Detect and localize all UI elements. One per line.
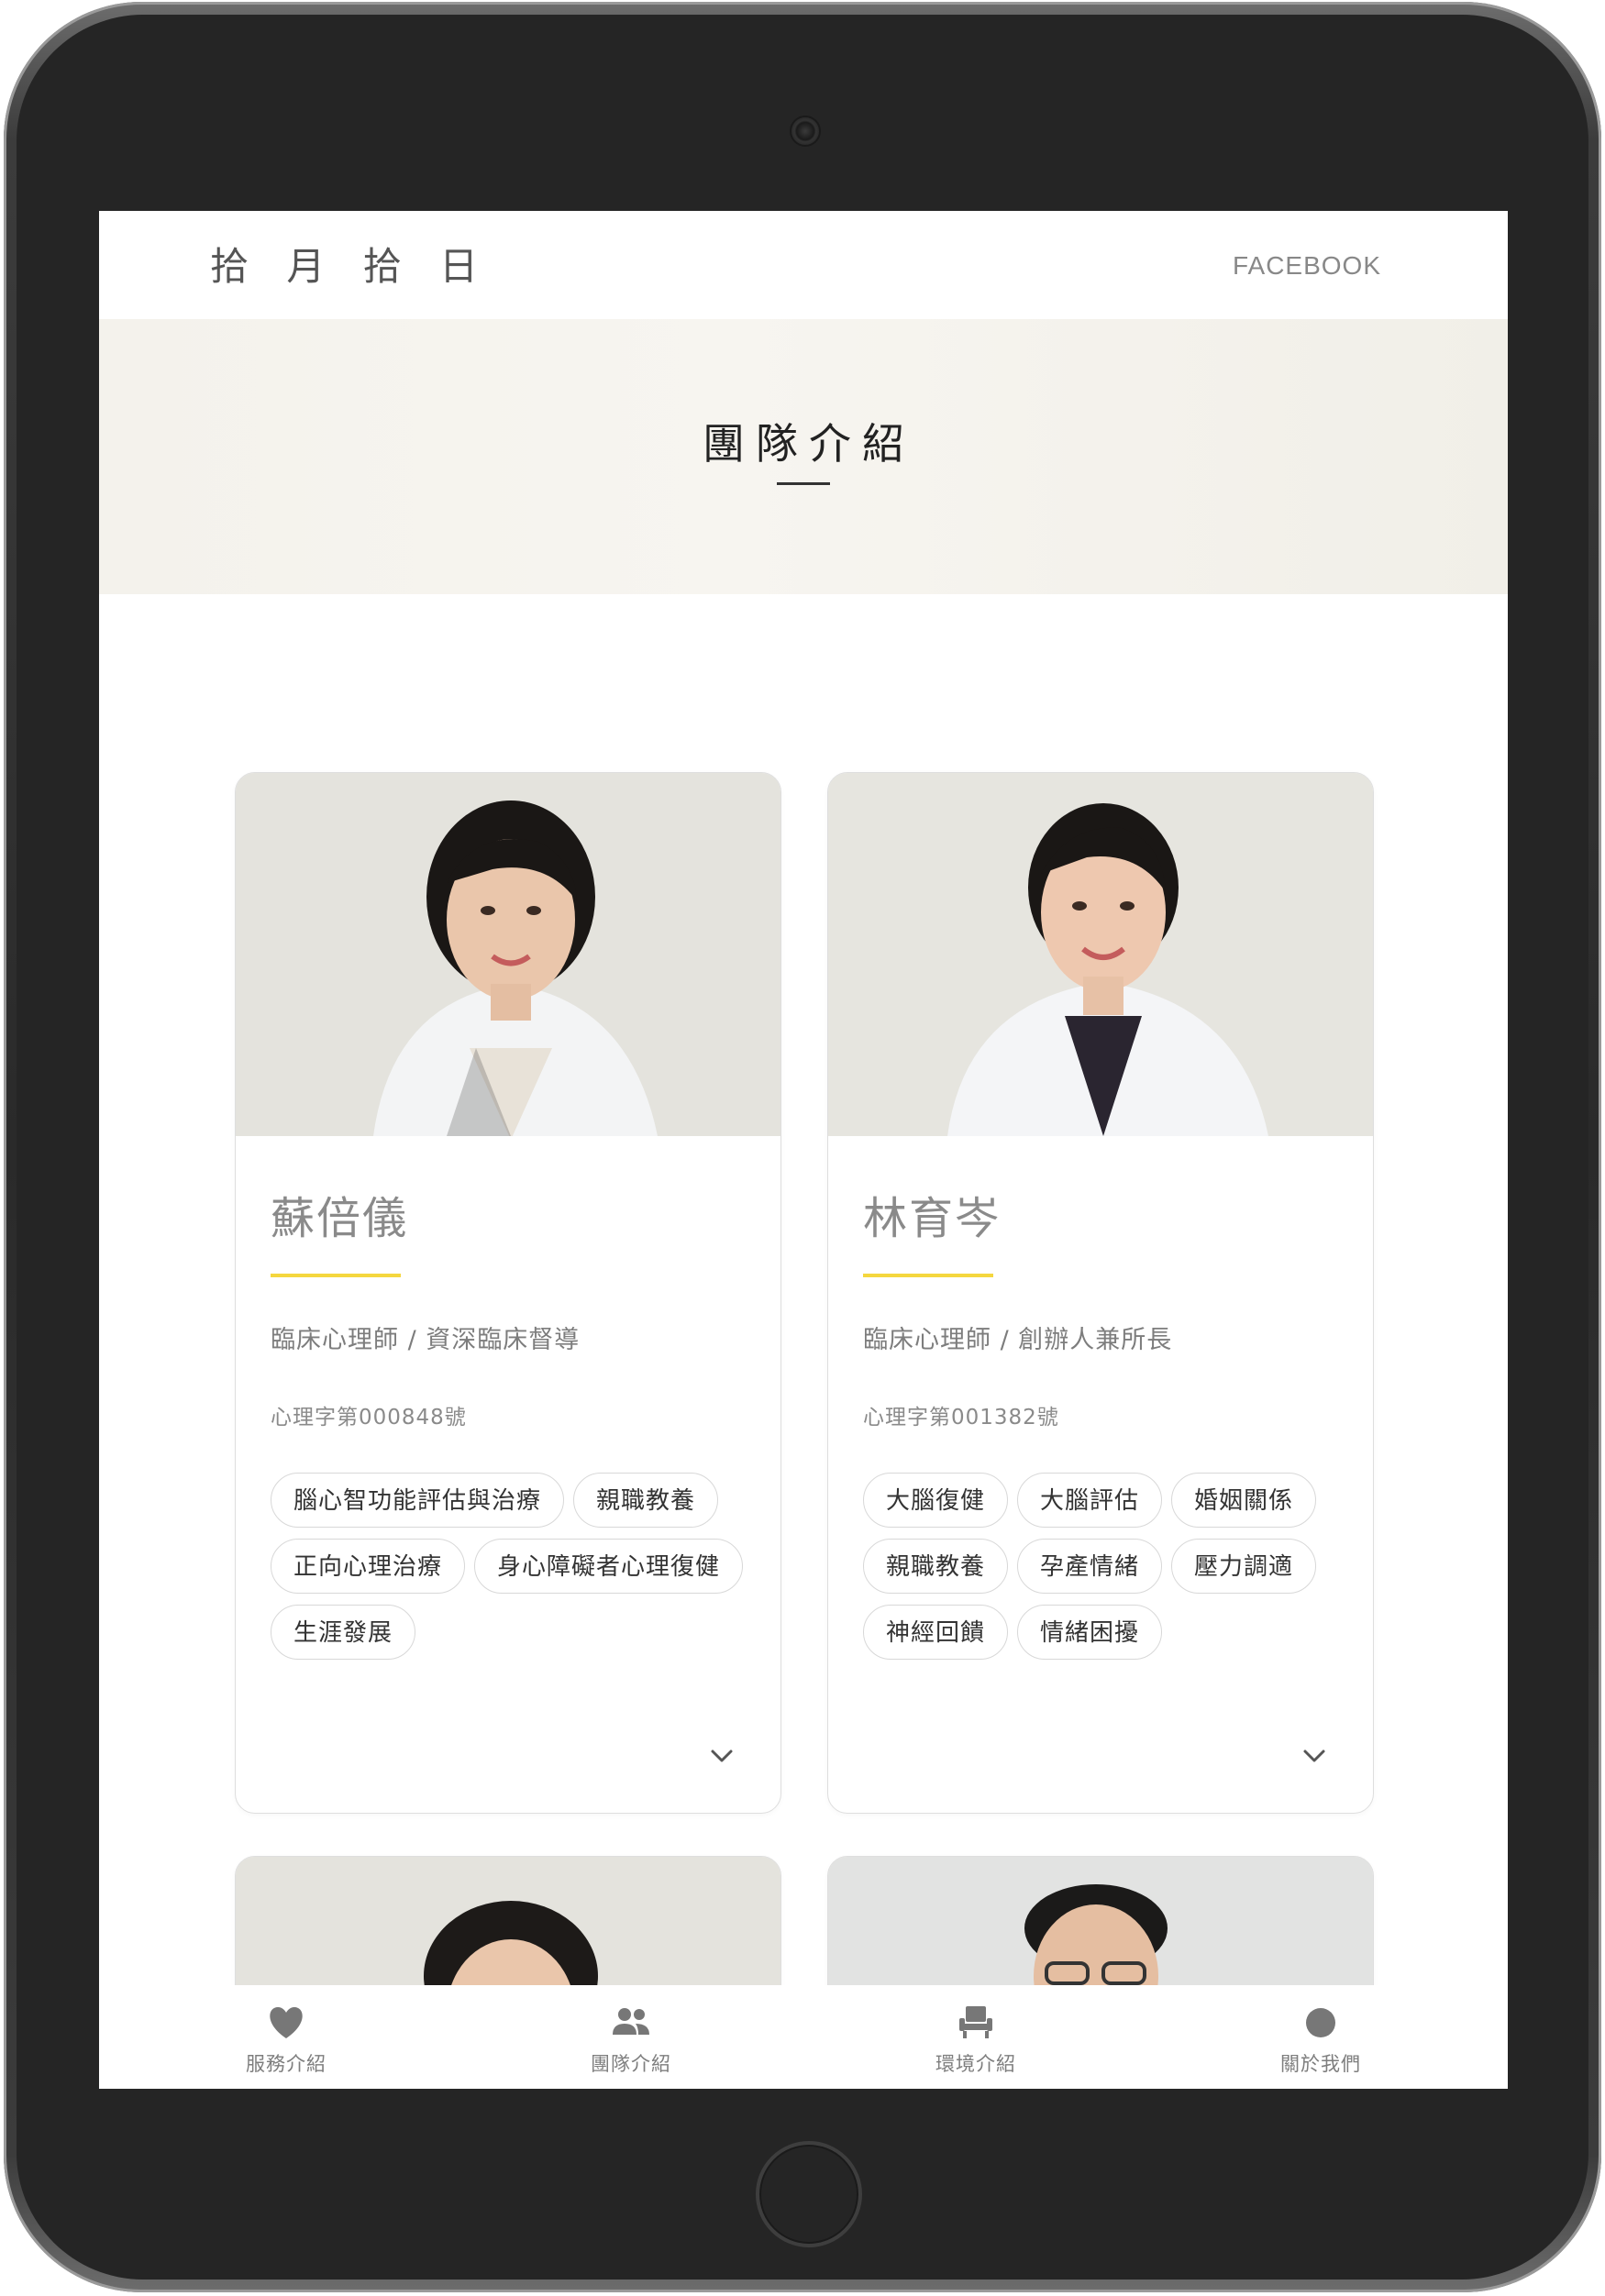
nav-label: 服務介紹 xyxy=(246,2053,327,2075)
nav-label: 關於我們 xyxy=(1280,2053,1361,2075)
card-body: 蘇倍儀 臨床心理師 / 資深臨床督導 心理字第000848號 腦心智功能評估與治… xyxy=(236,1191,780,1660)
specialty-tag[interactable]: 大腦評估 xyxy=(1017,1473,1163,1528)
specialty-tag[interactable]: 親職教養 xyxy=(863,1539,1009,1594)
member-license: 心理字第000848號 xyxy=(271,1406,467,1429)
heart-icon xyxy=(270,2007,303,2038)
specialty-tag[interactable]: 孕產情緒 xyxy=(1017,1539,1163,1594)
bottom-navigation: 服務介紹 團隊介紹 環境介紹 關於我們 xyxy=(99,1985,1508,2089)
chair-icon xyxy=(959,2006,992,2038)
title-underline xyxy=(777,482,830,485)
nav-item-team[interactable]: 團隊介紹 xyxy=(539,1985,723,2089)
team-member-card: 林育岑 臨床心理師 / 創辦人兼所長 心理字第001382號 大腦復健 大腦評估… xyxy=(827,772,1374,1814)
specialty-tag[interactable]: 婚姻關係 xyxy=(1171,1473,1317,1528)
home-button[interactable] xyxy=(756,2141,862,2247)
nav-label: 環境介紹 xyxy=(935,2053,1016,2075)
specialty-tags: 腦心智功能評估與治療 親職教養 正向心理治療 身心障礙者心理復健 生涯發展 xyxy=(271,1473,766,1660)
nav-item-environment[interactable]: 環境介紹 xyxy=(884,1985,1068,2089)
specialty-tag[interactable]: 壓力調適 xyxy=(1171,1539,1317,1594)
hero-banner: 團隊介紹 xyxy=(99,319,1508,594)
chevron-down-icon[interactable] xyxy=(703,1738,740,1774)
specialty-tag[interactable]: 神經回饋 xyxy=(863,1605,1009,1660)
member-role: 臨床心理師 / 資深臨床督導 xyxy=(271,1326,581,1354)
circle-icon xyxy=(1306,2008,1335,2037)
screen: 拾 月 拾 日 FACEBOOK 團隊介紹 蘇倍儀 臨床心理師 / 資深臨床督導… xyxy=(99,211,1508,2089)
specialty-tag[interactable]: 情緒困擾 xyxy=(1017,1605,1163,1660)
nav-label: 團隊介紹 xyxy=(591,2053,671,2075)
tablet-frame: 拾 月 拾 日 FACEBOOK 團隊介紹 蘇倍儀 臨床心理師 / 資深臨床督導… xyxy=(4,2,1601,2292)
site-header: 拾 月 拾 日 FACEBOOK xyxy=(99,211,1508,319)
member-photo xyxy=(236,773,780,1136)
page-title: 團隊介紹 xyxy=(703,419,915,469)
specialty-tags: 大腦復健 大腦評估 婚姻關係 親職教養 孕產情緒 壓力調適 神經回饋 情緒困擾 xyxy=(863,1473,1358,1660)
member-name: 林育岑 xyxy=(863,1193,1002,1244)
member-photo xyxy=(828,773,1373,1136)
chevron-down-icon[interactable] xyxy=(1296,1738,1333,1774)
member-name: 蘇倍儀 xyxy=(271,1193,409,1244)
specialty-tag[interactable]: 身心障礙者心理復健 xyxy=(474,1539,744,1594)
people-icon xyxy=(613,2008,649,2035)
specialty-tag[interactable]: 大腦復健 xyxy=(863,1473,1009,1528)
facebook-link[interactable]: FACEBOOK xyxy=(1233,251,1381,281)
front-camera xyxy=(790,116,821,147)
specialty-tag[interactable]: 腦心智功能評估與治療 xyxy=(271,1473,565,1528)
site-logo[interactable]: 拾 月 拾 日 xyxy=(210,236,491,292)
specialty-tag[interactable]: 生涯發展 xyxy=(271,1605,416,1660)
name-underline xyxy=(863,1274,993,1277)
member-license: 心理字第001382號 xyxy=(863,1406,1059,1429)
specialty-tag[interactable]: 親職教養 xyxy=(573,1473,719,1528)
team-member-card: 蘇倍儀 臨床心理師 / 資深臨床督導 心理字第000848號 腦心智功能評估與治… xyxy=(235,772,781,1814)
card-body: 林育岑 臨床心理師 / 創辦人兼所長 心理字第001382號 大腦復健 大腦評估… xyxy=(828,1191,1373,1660)
nav-item-services[interactable]: 服務介紹 xyxy=(194,1985,378,2089)
nav-item-about[interactable]: 關於我們 xyxy=(1229,1985,1412,2089)
member-role: 臨床心理師 / 創辦人兼所長 xyxy=(863,1326,1173,1354)
portrait-illustration xyxy=(828,773,1373,1136)
portrait-illustration xyxy=(236,773,780,1136)
name-underline xyxy=(271,1274,401,1277)
specialty-tag[interactable]: 正向心理治療 xyxy=(271,1539,466,1594)
